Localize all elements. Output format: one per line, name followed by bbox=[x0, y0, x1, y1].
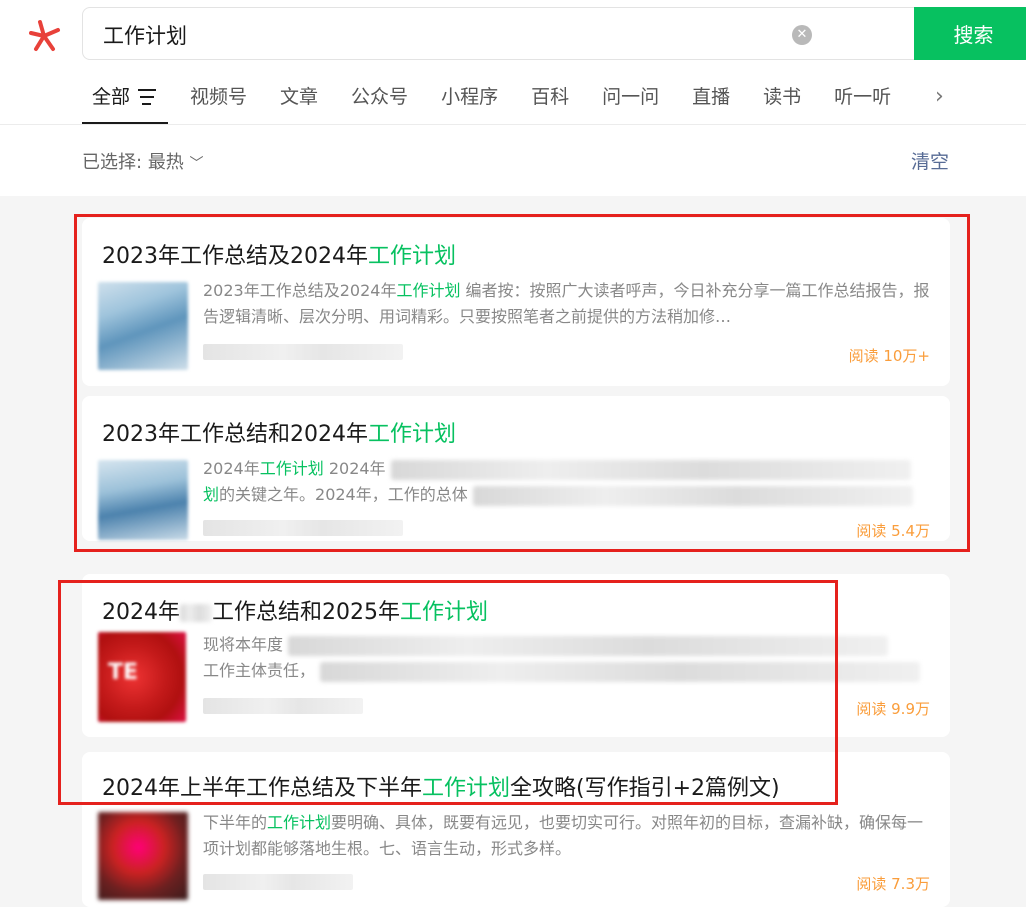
filter-row: 已选择: 最热 ﹀ 清空 bbox=[0, 126, 1026, 196]
tab-label: 直播 bbox=[692, 86, 731, 108]
tab-label: 视频号 bbox=[190, 86, 248, 108]
clear-search-icon[interactable]: ✕ bbox=[792, 25, 812, 45]
tab-label: 公众号 bbox=[351, 86, 409, 108]
tab-label: 听一听 bbox=[834, 86, 892, 108]
annotation-box bbox=[58, 580, 838, 805]
snippet-text: 下半年的 bbox=[203, 813, 268, 832]
tab-encyclopedia[interactable]: 百科 bbox=[531, 80, 569, 124]
result-snippet: 下半年的工作计划要明确、具体，既要有远见，也要切实可行。对照年初的目标，查漏补缺… bbox=[203, 810, 931, 862]
tab-mini-programs[interactable]: 小程序 bbox=[441, 80, 498, 124]
tab-listen[interactable]: 听一听 bbox=[834, 80, 891, 124]
tab-official-accounts[interactable]: 公众号 bbox=[351, 80, 408, 124]
annotation-box bbox=[74, 214, 970, 552]
search-logo-icon bbox=[29, 20, 60, 51]
search-box[interactable]: 工作计划 ✕ 搜索 bbox=[82, 7, 1026, 60]
selected-filter[interactable]: 已选择: 最热 ﹀ bbox=[82, 148, 204, 174]
tab-articles[interactable]: 文章 bbox=[280, 80, 318, 124]
search-button[interactable]: 搜索 bbox=[914, 7, 1026, 60]
chevron-down-icon: ﹀ bbox=[189, 156, 204, 172]
read-count: 阅读 7.3万 bbox=[856, 875, 930, 893]
result-thumbnail[interactable] bbox=[98, 812, 188, 900]
clear-filters-link[interactable]: 清空 bbox=[911, 147, 949, 174]
tab-label: 百科 bbox=[531, 86, 570, 108]
tab-label: 文章 bbox=[280, 86, 319, 108]
filter-icon[interactable] bbox=[138, 89, 158, 124]
tab-label: 读书 bbox=[763, 86, 802, 108]
selected-value: 最热 bbox=[147, 152, 184, 173]
read-count: 阅读 9.9万 bbox=[856, 700, 930, 718]
chevron-right-icon[interactable]: › bbox=[935, 84, 944, 109]
category-tabs: 全部 视频号 文章 公众号 小程序 百科 问一问 直播 读书 听一听 bbox=[82, 80, 924, 124]
top-bar: 工作计划 ✕ 搜索 全部 视频号 文章 公众号 小程序 百科 问一问 直播 读书… bbox=[0, 0, 1026, 125]
tab-ask[interactable]: 问一问 bbox=[602, 80, 659, 124]
tab-channels[interactable]: 视频号 bbox=[190, 80, 247, 124]
search-input[interactable]: 工作计划 bbox=[103, 20, 187, 50]
tab-live[interactable]: 直播 bbox=[692, 80, 730, 124]
tab-label: 问一问 bbox=[602, 86, 660, 108]
tab-books[interactable]: 读书 bbox=[763, 80, 801, 124]
selected-prefix: 已选择: bbox=[82, 152, 143, 173]
tab-all[interactable]: 全部 bbox=[82, 80, 169, 124]
tab-label: 小程序 bbox=[441, 86, 499, 108]
result-source-blurred bbox=[203, 874, 353, 890]
snippet-highlight: 工作计划 bbox=[267, 813, 332, 832]
tab-label: 全部 bbox=[92, 86, 131, 108]
